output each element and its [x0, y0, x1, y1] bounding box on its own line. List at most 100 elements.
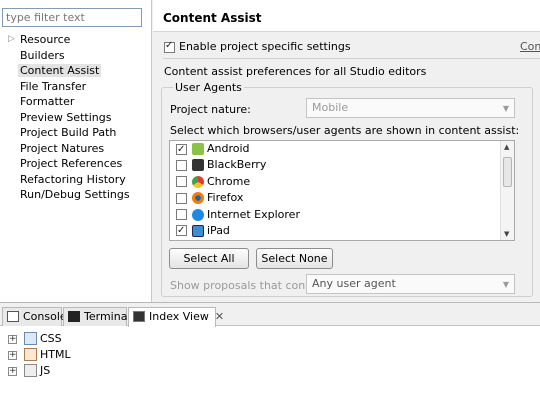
user-agents-group-title: User Agents: [173, 81, 244, 94]
page-title: Content Assist: [163, 11, 262, 25]
tree-item-file-transfer[interactable]: File Transfer: [0, 79, 152, 95]
tree-item-label: Project References: [20, 157, 123, 170]
chevron-down-icon: ▼: [502, 280, 509, 289]
project-nature-select[interactable]: Mobile ▼: [306, 98, 515, 118]
tree-item-label: Formatter: [20, 95, 75, 108]
css-file-icon: [24, 332, 37, 345]
android-icon: [192, 143, 204, 155]
blackberry-icon: [192, 159, 204, 172]
expand-arrow-icon[interactable]: ▷: [8, 32, 15, 48]
tree-node-label: JS: [40, 364, 51, 377]
tree-item-label: Project Natures: [20, 141, 105, 155]
scrollbar-thumb[interactable]: [503, 157, 512, 187]
tab-label: Terminal: [84, 310, 131, 323]
list-item-label: Android: [207, 142, 250, 155]
tree-node-html[interactable]: + HTML: [0, 347, 71, 363]
checkbox-checked-icon[interactable]: [176, 223, 187, 239]
tab-label: Console: [23, 310, 67, 323]
list-item-label: iPad: [207, 223, 230, 237]
console-icon: [7, 311, 19, 322]
tree-item-preview-settings[interactable]: Preview Settings: [0, 110, 152, 126]
tree-item-project-references[interactable]: Project References: [0, 156, 152, 172]
select-all-button[interactable]: Select All: [169, 248, 249, 269]
list-item-label: Internet Explorer: [207, 207, 300, 221]
content-assist-page: Content Assist Enable project specific s…: [153, 0, 540, 302]
filter-input[interactable]: type filter text: [2, 8, 142, 27]
tree-item-refactoring-history[interactable]: Refactoring History: [0, 172, 152, 188]
close-icon[interactable]: ✕: [215, 310, 224, 323]
index-view-icon: [133, 311, 145, 322]
tree-item-run-debug-settings[interactable]: Run/Debug Settings: [0, 187, 152, 203]
expand-plus-icon[interactable]: +: [8, 367, 17, 376]
chevron-down-icon: ▼: [502, 104, 509, 113]
terminal-icon: [68, 311, 80, 322]
list-item-chrome[interactable]: Chrome: [170, 174, 514, 190]
vertical-scrollbar[interactable]: ▲ ▼: [500, 141, 514, 240]
expand-plus-icon[interactable]: +: [8, 335, 17, 344]
preference-tree-panel: type filter text ▷ Resource Builders Con…: [0, 0, 152, 302]
tab-index-view[interactable]: Index View ✕: [128, 307, 224, 327]
preferences-window: type filter text ▷ Resource Builders Con…: [0, 0, 540, 416]
project-nature-value: Mobile: [312, 101, 349, 114]
show-proposals-select[interactable]: Any user agent ▼: [306, 274, 515, 294]
tree-node-label: HTML: [40, 348, 71, 361]
scroll-down-icon[interactable]: ▼: [504, 230, 509, 238]
list-item-label: Chrome: [207, 174, 251, 188]
tree-item-project-build-path[interactable]: Project Build Path: [0, 125, 152, 141]
show-proposals-value: Any user agent: [312, 277, 396, 290]
ipad-icon: [192, 224, 204, 237]
list-item-blackberry[interactable]: BlackBerry: [170, 157, 514, 173]
list-item-android[interactable]: Android: [170, 141, 514, 158]
checkbox-checked-icon[interactable]: [176, 142, 187, 158]
tree-item-label: Preview Settings: [20, 110, 112, 124]
tree-item-builders[interactable]: Builders: [0, 48, 152, 64]
enable-project-settings-checkbox[interactable]: Enable project specific settings: [164, 40, 351, 53]
view-tab-bar: Console Terminal Index View ✕: [0, 303, 540, 327]
tree-item-label: Run/Debug Settings: [20, 188, 130, 201]
index-tree: + CSS + HTML + JS: [0, 331, 71, 379]
internet-explorer-icon: [192, 208, 204, 221]
tree-item-formatter[interactable]: Formatter: [0, 94, 152, 110]
bottom-view-panel: Console Terminal Index View ✕ + CSS + HTM…: [0, 302, 540, 416]
tree-item-label: Resource: [20, 33, 71, 46]
tree-node-css[interactable]: + CSS: [0, 331, 71, 347]
firefox-icon: [192, 192, 204, 205]
expand-plus-icon[interactable]: +: [8, 351, 17, 360]
browsers-label: Select which browsers/user agents are sh…: [170, 124, 520, 137]
preference-tree: ▷ Resource Builders Content Assist File …: [0, 32, 152, 203]
checkbox-icon[interactable]: [176, 176, 187, 188]
list-item-label: Firefox: [207, 191, 244, 205]
select-none-button[interactable]: Select None: [256, 248, 333, 269]
html-file-icon: [24, 348, 37, 361]
list-item-label: BlackBerry: [207, 158, 267, 172]
enable-label: Enable project specific settings: [179, 40, 351, 53]
tree-item-resource[interactable]: ▷ Resource: [0, 32, 152, 48]
tree-item-label: Builders: [20, 48, 65, 62]
project-nature-label: Project nature:: [170, 103, 251, 116]
browser-list[interactable]: Android BlackBerry Chrome Firefox Intern…: [169, 140, 515, 241]
divider: [163, 58, 540, 59]
checkbox-icon[interactable]: [176, 192, 187, 204]
checkbox-checked-icon[interactable]: [164, 40, 175, 53]
tree-item-project-natures[interactable]: Project Natures: [0, 141, 152, 157]
scroll-up-icon[interactable]: ▲: [504, 143, 509, 151]
chrome-icon: [192, 175, 204, 188]
tab-label: Index View: [149, 310, 209, 323]
tab-terminal[interactable]: Terminal: [63, 307, 131, 326]
checkbox-icon[interactable]: [176, 209, 187, 221]
list-item-ipad[interactable]: iPad: [170, 223, 514, 239]
tree-node-js[interactable]: + JS: [0, 363, 71, 379]
tab-console[interactable]: Console: [2, 307, 67, 326]
tree-item-label: File Transfer: [20, 79, 87, 93]
tree-item-content-assist[interactable]: Content Assist: [0, 63, 152, 79]
list-item-firefox[interactable]: Firefox: [170, 190, 514, 206]
tree-item-label: Project Build Path: [20, 126, 117, 139]
tree-node-label: CSS: [40, 332, 62, 345]
page-header: Content Assist: [153, 0, 540, 32]
list-item-internet-explorer[interactable]: Internet Explorer: [170, 207, 514, 223]
configure-workspace-link[interactable]: Configure Workspace Settings...: [520, 40, 540, 53]
tree-item-label: Content Assist: [18, 64, 102, 77]
page-description: Content assist preferences for all Studi…: [164, 65, 427, 78]
checkbox-icon[interactable]: [176, 159, 187, 171]
tree-item-label: Refactoring History: [20, 172, 126, 186]
